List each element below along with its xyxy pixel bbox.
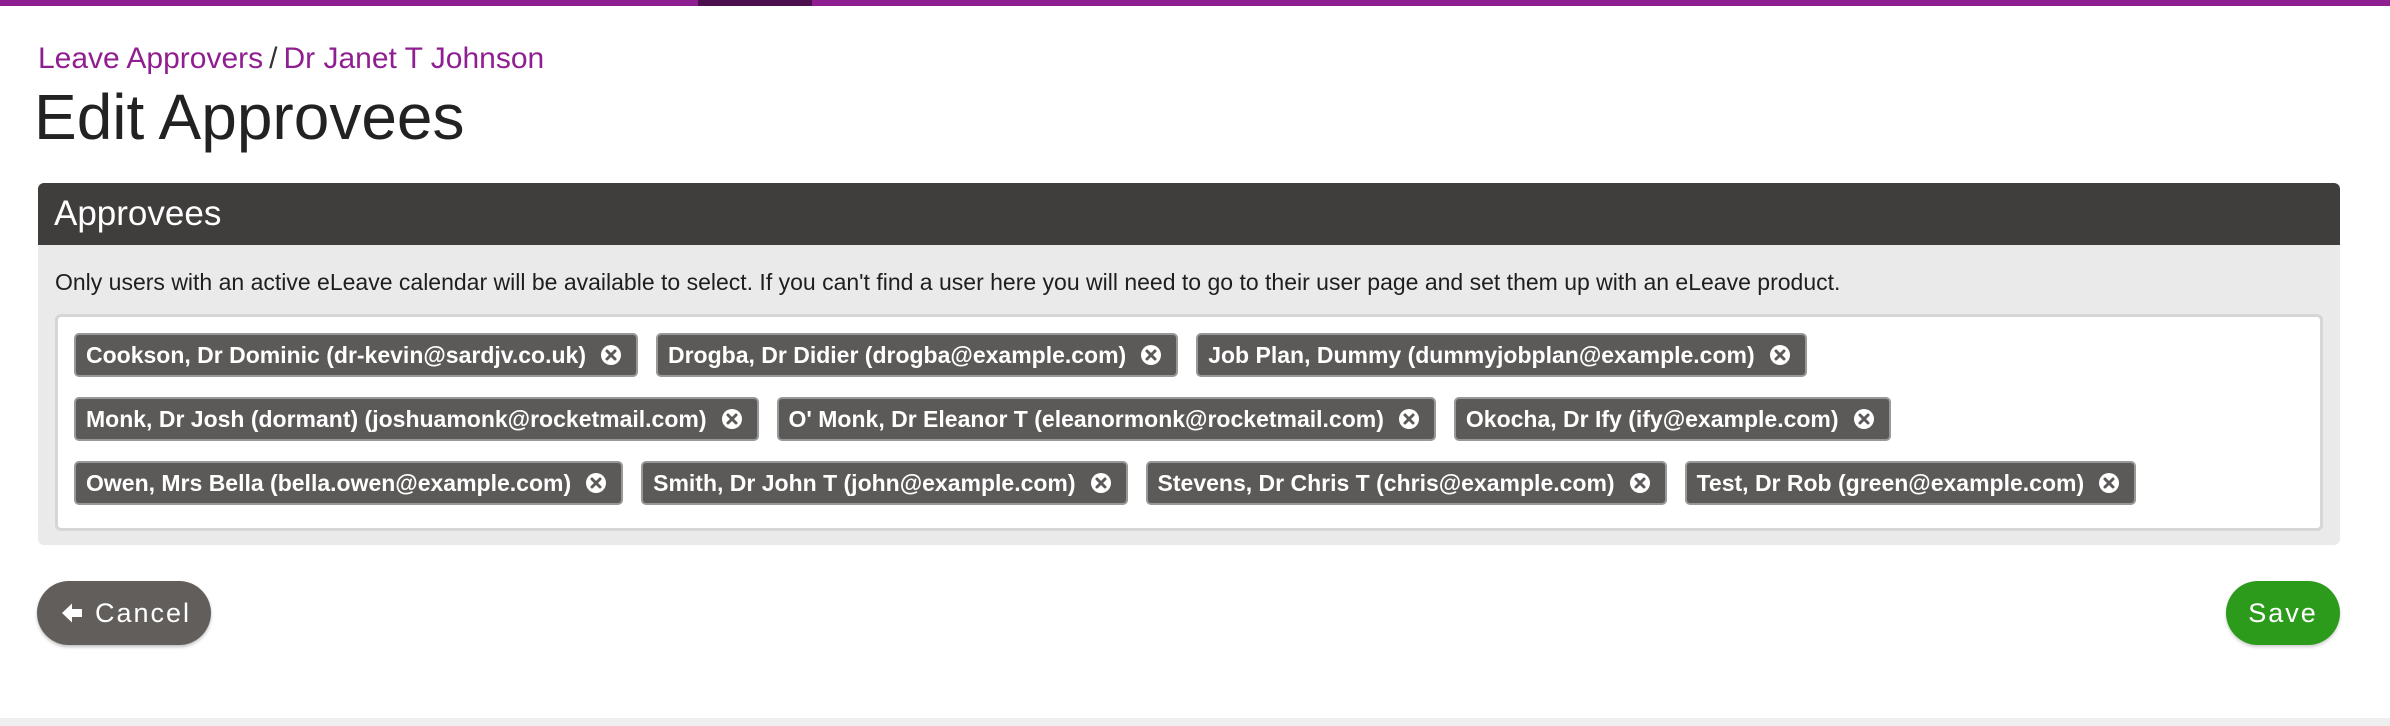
breadcrumb-link-leave-approvers[interactable]: Leave Approvers xyxy=(38,42,263,75)
remove-approvee-icon[interactable] xyxy=(1853,408,1875,430)
remove-approvee-icon[interactable] xyxy=(1629,472,1651,494)
remove-approvee-icon[interactable] xyxy=(585,472,607,494)
approvee-chip: Stevens, Dr Chris T (chris@example.com) xyxy=(1145,461,1667,505)
chip-row: Owen, Mrs Bella (bella.owen@example.com)… xyxy=(74,461,2137,505)
remove-approvee-icon[interactable] xyxy=(600,344,622,366)
cancel-button-label: Cancel xyxy=(95,597,192,628)
approvee-chip-label: Stevens, Dr Chris T (chris@example.com) xyxy=(1157,469,1615,496)
save-button-label: Save xyxy=(2248,597,2318,628)
approvee-chip: Owen, Mrs Bella (bella.owen@example.com) xyxy=(74,461,624,505)
approvees-panel: Approvees Only users with an active eLea… xyxy=(38,183,2340,545)
approvee-chip: Okocha, Dr Ify (ify@example.com) xyxy=(1453,397,1891,441)
approvee-chip-label: Cookson, Dr Dominic (dr-kevin@sardjv.co.… xyxy=(86,341,586,368)
remove-approvee-icon[interactable] xyxy=(1140,344,1162,366)
approvee-chip-label: Smith, Dr John T (john@example.com) xyxy=(653,469,1076,496)
approvee-chip: Drogba, Dr Didier (drogba@example.com) xyxy=(655,333,1179,377)
approvee-chip-label: O' Monk, Dr Eleanor T (eleanormonk@rocke… xyxy=(788,405,1384,432)
top-accent-segment xyxy=(698,0,812,6)
breadcrumb-link-current-user[interactable]: Dr Janet T Johnson xyxy=(284,42,545,75)
remove-approvee-icon[interactable] xyxy=(2098,472,2120,494)
chip-row: Cookson, Dr Dominic (dr-kevin@sardjv.co.… xyxy=(74,333,1807,377)
save-button[interactable]: Save xyxy=(2226,581,2340,645)
breadcrumb: Leave Approvers / Dr Janet T Johnson xyxy=(38,40,544,78)
panel-title: Approvees xyxy=(38,183,2340,245)
chip-row: Monk, Dr Josh (dormant) (joshuamonk@rock… xyxy=(74,397,1891,441)
top-accent-bar xyxy=(0,0,2390,6)
approvee-chip: O' Monk, Dr Eleanor T (eleanormonk@rocke… xyxy=(776,397,1436,441)
approvee-chip-label: Test, Dr Rob (green@example.com) xyxy=(1696,469,2085,496)
approvee-chip-label: Drogba, Dr Didier (drogba@example.com) xyxy=(667,341,1127,368)
approvee-chip-label: Okocha, Dr Ify (ify@example.com) xyxy=(1465,405,1839,432)
approvee-chip: Cookson, Dr Dominic (dr-kevin@sardjv.co.… xyxy=(74,333,638,377)
breadcrumb-separator: / xyxy=(269,42,278,75)
panel-help-text: Only users with an active eLeave calenda… xyxy=(55,269,1841,295)
bottom-divider xyxy=(0,718,2390,726)
approvee-chip: Test, Dr Rob (green@example.com) xyxy=(1684,461,2137,505)
approvee-chip-label: Owen, Mrs Bella (bella.owen@example.com) xyxy=(86,469,572,496)
approvee-chip: Job Plan, Dummy (dummyjobplan@example.co… xyxy=(1196,333,1807,377)
remove-approvee-icon[interactable] xyxy=(1398,408,1420,430)
cancel-button[interactable]: Cancel xyxy=(37,581,211,645)
arrow-left-icon xyxy=(62,603,82,623)
remove-approvee-icon[interactable] xyxy=(1769,344,1791,366)
remove-approvee-icon[interactable] xyxy=(1090,472,1112,494)
remove-approvee-icon[interactable] xyxy=(721,408,743,430)
approvee-chip: Smith, Dr John T (john@example.com) xyxy=(641,461,1128,505)
approvee-chip: Monk, Dr Josh (dormant) (joshuamonk@rock… xyxy=(74,397,759,441)
page-title: Edit Approvees xyxy=(34,81,465,153)
approvees-multiselect[interactable]: Cookson, Dr Dominic (dr-kevin@sardjv.co.… xyxy=(55,314,2323,531)
approvee-chip-label: Monk, Dr Josh (dormant) (joshuamonk@rock… xyxy=(86,405,707,432)
approvee-chip-label: Job Plan, Dummy (dummyjobplan@example.co… xyxy=(1208,341,1755,368)
